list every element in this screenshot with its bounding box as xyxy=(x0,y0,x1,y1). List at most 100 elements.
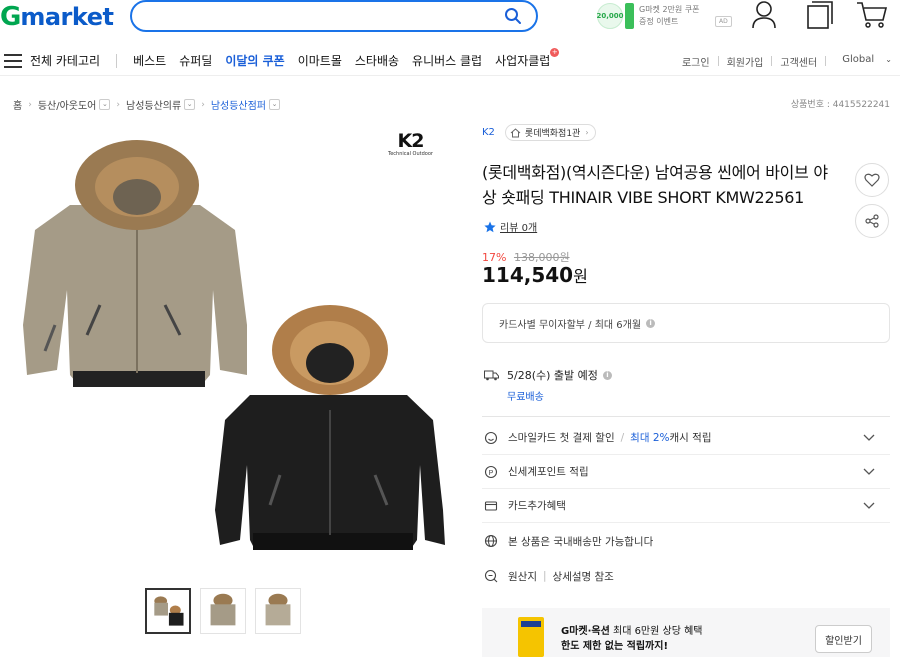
domestic-shipping-notice: 본 상품은 국내배송만 가능합니다 xyxy=(482,524,890,558)
global-dropdown[interactable]: Global ⌄ xyxy=(834,54,892,69)
smile-card-max: 최대 2% xyxy=(630,432,670,444)
breadcrumb-item-2[interactable]: 남성등산의류 xyxy=(126,97,181,112)
sale-price-value: 114,540 xyxy=(482,263,574,287)
top-nav: 전체 카테고리 베스트 슈퍼딜 이달의 쿠폰 이마트몰 스타배송 유니버스 클럽… xyxy=(0,44,900,76)
chevron-right-icon: › xyxy=(28,99,32,110)
product-title: (롯데백화점)(역시즌다운) 남여공용 씬에어 바이브 야상 숏패딩 THINA… xyxy=(482,163,828,207)
thumbnail-list xyxy=(145,588,310,634)
info-icon[interactable]: i xyxy=(602,370,612,380)
point-icon: P xyxy=(484,465,498,478)
sale-price: 114,540원 xyxy=(482,263,588,287)
nav-left: 전체 카테고리 베스트 슈퍼딜 이달의 쿠폰 이마트몰 스타배송 유니버스 클럽… xyxy=(4,48,563,69)
menu-icon[interactable] xyxy=(4,53,22,68)
k2-brand-logo: K2 Technical Outdoor xyxy=(388,131,433,157)
ad-badge: AD xyxy=(715,15,732,27)
review-link[interactable]: 리뷰 0개 xyxy=(484,219,537,234)
nav-item-star-delivery[interactable]: 스타배송 xyxy=(355,52,399,69)
thumbnail-1[interactable] xyxy=(145,588,191,634)
chevron-right-icon: › xyxy=(201,99,205,110)
chevron-down-icon[interactable]: ⌄ xyxy=(99,99,111,110)
card-extra-text: 카드추가혜택 xyxy=(508,500,566,512)
benefit-card-extra[interactable]: 카드추가혜택 xyxy=(482,489,890,523)
nav-item-business-club-label: 사업자클럽 xyxy=(495,54,551,68)
wishlist-button[interactable] xyxy=(855,163,889,197)
card-installment-text: 카드사별 무이자할부 / 최대 6개월 xyxy=(499,319,642,331)
signup-link[interactable]: 회원가입 xyxy=(727,54,764,69)
breadcrumb: 홈 › 등산/아웃도어 ⌄ › 남성등산의류 ⌄ › 남성등산점퍼 ⌄ xyxy=(13,97,281,112)
logo-g: G xyxy=(0,2,21,32)
get-discount-button[interactable]: 할인받기 xyxy=(815,625,872,653)
product-number: 상품번호 : 4415522241 xyxy=(790,100,890,110)
logo-text: market xyxy=(20,3,114,31)
nav-items: 베스트 슈퍼딜 이달의 쿠폰 이마트몰 스타배송 유니버스 클럽 사업자클럽 + xyxy=(133,48,563,69)
truck-icon xyxy=(484,370,499,380)
gmarket-logo[interactable]: G market xyxy=(0,0,114,34)
banner-line1-bold: G마켓·옥션 xyxy=(561,626,610,637)
nav-right-sep xyxy=(771,56,773,66)
header: G market 20,000 G마켓 2만원 쿠폰 증정 이벤트 AD xyxy=(0,0,900,38)
nav-item-monthly-coupon[interactable]: 이달의 쿠폰 xyxy=(225,52,284,69)
chevron-down-icon[interactable]: ⌄ xyxy=(269,99,281,110)
svg-text:P: P xyxy=(489,470,494,477)
nav-right: 로그인 회원가입 고객센터 Global ⌄ xyxy=(674,54,892,69)
price-unit: 원 xyxy=(573,267,588,286)
recent-icon[interactable] xyxy=(806,0,834,30)
store-name: 롯데백화점1관 xyxy=(524,129,581,139)
login-link[interactable]: 로그인 xyxy=(682,54,710,69)
nav-right-sep xyxy=(717,56,719,66)
customer-center-link[interactable]: 고객센터 xyxy=(780,54,817,69)
k2-logo-main: K2 xyxy=(397,130,425,152)
origin-detail: 상세설명 참조 xyxy=(552,570,614,583)
brand-row: K2 롯데백화점1관 › xyxy=(482,124,596,141)
info-icon[interactable]: i xyxy=(646,318,656,328)
search-icon[interactable] xyxy=(504,7,522,25)
globe-icon xyxy=(484,534,498,548)
chevron-down-icon: ⌄ xyxy=(885,55,892,64)
promo-line1: G마켓 2만원 쿠폰 xyxy=(639,5,700,14)
share-button[interactable] xyxy=(855,204,889,238)
chevron-down-icon xyxy=(863,434,875,441)
banner-line2: 한도 제한 없는 적립까지! xyxy=(561,639,703,654)
nav-item-emart[interactable]: 이마트몰 xyxy=(298,52,342,69)
breadcrumb-item-1[interactable]: 등산/아웃도어 xyxy=(38,97,97,112)
global-label: Global xyxy=(842,54,875,65)
card-installment-box: 카드사별 무이자할부 / 최대 6개월 i xyxy=(482,303,890,343)
banner-line1-rest: 최대 6만원 상당 혜택 xyxy=(609,626,703,637)
separator: | xyxy=(542,570,547,582)
thumbnail-3[interactable] xyxy=(255,588,301,634)
origin-label: 원산지 xyxy=(508,570,537,583)
nav-item-best[interactable]: 베스트 xyxy=(133,52,166,69)
star-icon xyxy=(484,221,496,232)
breadcrumb-item-3[interactable]: 남성등산점퍼 xyxy=(211,97,266,112)
search-input[interactable] xyxy=(132,2,492,30)
nav-item-business-club[interactable]: 사업자클럽 + xyxy=(495,48,560,69)
cart-icon[interactable] xyxy=(856,0,888,30)
review-count: 리뷰 0개 xyxy=(500,223,538,234)
store-link[interactable]: 롯데백화점1관 › xyxy=(504,124,596,141)
nav-item-superdeal[interactable]: 슈퍼딜 xyxy=(179,52,212,69)
user-icon[interactable] xyxy=(751,0,777,30)
promo-banner[interactable]: G마켓·옥션 최대 6만원 상당 혜택 한도 제한 없는 적립까지! 할인받기 xyxy=(482,608,890,657)
promo-line2: 증정 이벤트 xyxy=(639,17,679,26)
promo-event[interactable]: 20,000 G마켓 2만원 쿠폰 증정 이벤트 AD xyxy=(597,3,732,29)
all-categories-link[interactable]: 전체 카테고리 xyxy=(30,52,100,69)
free-shipping: 무료배송 xyxy=(507,392,544,403)
khaki-jacket-image xyxy=(23,140,247,387)
chevron-down-icon[interactable]: ⌄ xyxy=(184,99,196,110)
benefit-smile-card[interactable]: 스마일카드 첫 결제 할인 / 최대 2% 캐시 적립 xyxy=(482,421,890,455)
divider xyxy=(482,416,890,417)
thumbnail-2[interactable] xyxy=(200,588,246,634)
product-image[interactable] xyxy=(15,125,455,575)
heart-icon xyxy=(864,173,880,187)
origin-row: 원산지 | 상세설명 참조 xyxy=(482,559,890,593)
domestic-text: 본 상품은 국내배송만 가능합니다 xyxy=(508,535,654,548)
benefit-shinsegae-point[interactable]: P 신세계포인트 적립 xyxy=(482,455,890,489)
shipping-date: 5/28(수) 출발 예정 xyxy=(507,369,598,382)
origin-search-icon xyxy=(484,569,498,583)
chevron-right-icon: › xyxy=(116,99,120,110)
smile-card-icon xyxy=(484,431,498,444)
nav-item-universe-club[interactable]: 유니버스 클럽 xyxy=(412,52,482,69)
brand-link[interactable]: K2 xyxy=(482,127,495,138)
home-icon xyxy=(510,127,521,137)
breadcrumb-home[interactable]: 홈 xyxy=(13,97,22,112)
